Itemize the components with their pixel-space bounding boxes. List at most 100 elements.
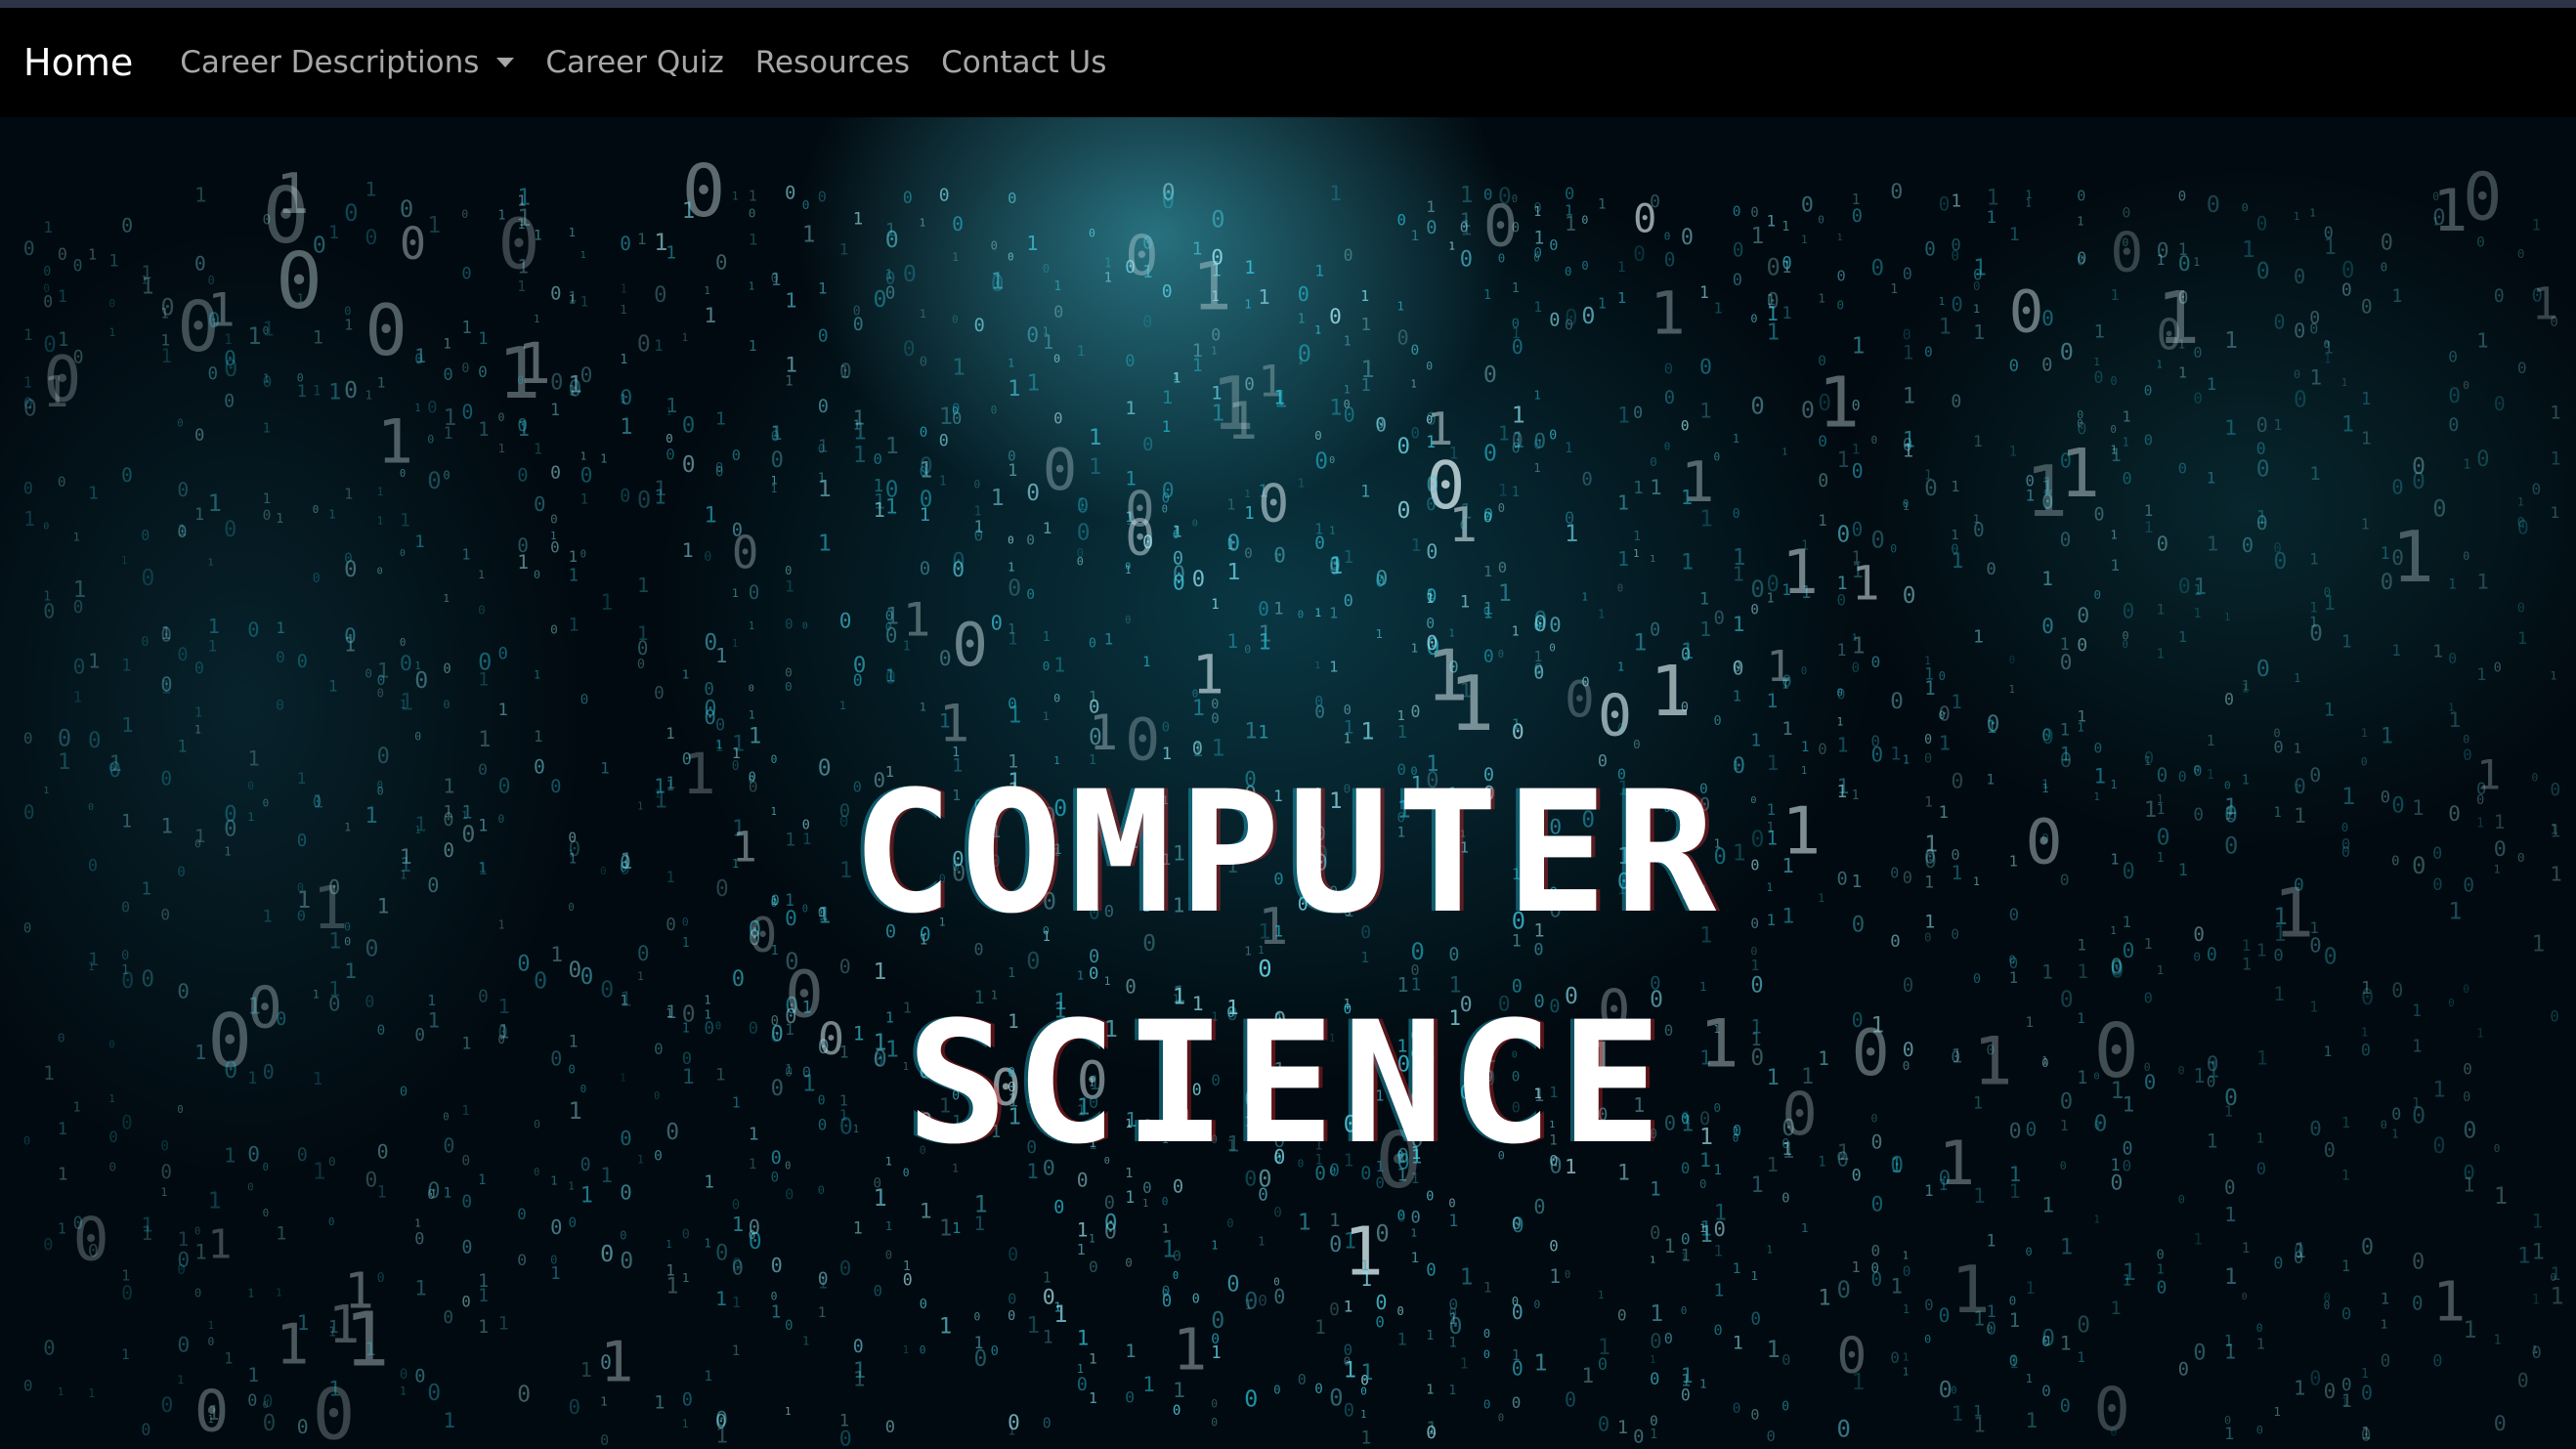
binary-digit: 0 <box>1633 242 1646 267</box>
binary-digit: 1 <box>1411 641 1419 656</box>
binary-digit: 1 <box>1852 443 1861 458</box>
binary-digit: 0 <box>400 636 407 649</box>
binary-digit: 0 <box>920 354 927 369</box>
binary-digit: 0 <box>1987 1319 1996 1339</box>
binary-digit: 0 <box>1426 410 1437 430</box>
binary-digit: 0 <box>620 233 631 255</box>
binary-digit: 1 <box>2123 1258 2136 1286</box>
binary-digit: 0 <box>2178 1359 2189 1380</box>
binary-digit: 1 <box>1714 1242 1724 1260</box>
binary-digit: 1 <box>2157 1263 2165 1278</box>
binary-digit: 0 <box>839 360 852 384</box>
binary-digit: 1 <box>534 228 542 243</box>
binary-digit: 1 <box>1142 1372 1155 1396</box>
binary-digit: 1 <box>263 421 271 437</box>
binary-digit: 1 <box>569 547 579 566</box>
binary-digit: 1 <box>1890 1274 1903 1299</box>
binary-digit: 0 <box>2294 367 2300 381</box>
binary-digit: 0 <box>1411 703 1421 721</box>
binary-digit: 0 <box>1533 252 1539 264</box>
binary-digit: 0 <box>2273 1254 2283 1273</box>
binary-digit: 1 <box>1104 629 1113 648</box>
binary-digit: 0 <box>1852 661 1860 676</box>
binary-digit: 0 <box>2476 447 2489 472</box>
binary-digit: 1 <box>1565 441 1572 456</box>
binary-digit: 0 <box>1924 1296 1934 1314</box>
nav-career-descriptions-dropdown[interactable]: Career Descriptions <box>180 45 515 80</box>
binary-digit: 0 <box>400 548 406 559</box>
binary-digit: 1 <box>478 568 485 581</box>
binary-digit: 0 <box>1664 1330 1673 1347</box>
binary-digit: 1 <box>785 288 797 312</box>
binary-digit: 1 <box>2224 612 2230 623</box>
binary-digit: 1 <box>1924 665 1934 684</box>
binary-digit: 0 <box>715 250 727 274</box>
binary-digit: 0 <box>461 401 473 424</box>
binary-digit: 1 <box>328 379 341 405</box>
binary-digit: 1 <box>276 618 285 637</box>
binary-digit: 1 <box>1733 432 1739 446</box>
binary-digit: 1 <box>1818 512 1826 530</box>
binary-digit: 0 <box>2041 1382 2051 1400</box>
binary-digit: 0 <box>2144 383 2153 399</box>
binary-digit: 1 <box>1852 559 1864 582</box>
binary-digit: 0 <box>1852 519 1864 541</box>
binary-digit: 0 <box>498 645 508 664</box>
binary-digit: 0 <box>2256 456 2270 482</box>
binary-digit: 1 <box>1650 476 1662 499</box>
binary-digit: 1 <box>749 707 755 721</box>
binary-digit: 0 <box>2448 651 2457 667</box>
binary-digit: 0 <box>1767 1428 1776 1445</box>
binary-digit: 1 <box>991 484 1005 511</box>
binary-digit: 0 <box>1298 609 1304 620</box>
binary-digit: 1 <box>1699 1378 1707 1392</box>
nav-home-link[interactable]: Home <box>23 41 133 84</box>
binary-digit: 1 <box>1650 1355 1655 1366</box>
binary-digit: 0 <box>1750 1309 1761 1329</box>
binary-digit: 0 <box>1681 419 1690 435</box>
binary-digit: 1 <box>1951 549 1963 574</box>
binary-digit: 1 <box>732 1294 741 1311</box>
binary-digit: 0 <box>1714 713 1722 729</box>
nav-contact-us-link[interactable]: Contact Us <box>941 45 1106 80</box>
binary-digit: 1 <box>2309 463 2320 485</box>
binary-digit: 1 <box>2242 681 2249 696</box>
binary-digit: 0 <box>443 365 452 385</box>
nav-resources-link[interactable]: Resources <box>755 45 910 80</box>
binary-digit: 0 <box>534 492 546 516</box>
nav-career-quiz-link[interactable]: Career Quiz <box>545 45 723 80</box>
binary-digit: 1 <box>2294 211 2299 223</box>
binary-digit: 1 <box>952 356 966 381</box>
binary-digit: 0 <box>1767 289 1780 314</box>
binary-digit: 0 <box>991 1343 999 1359</box>
binary-digit: 0 <box>1750 205 1758 221</box>
binary-digit: 1 <box>1314 322 1321 336</box>
binary-digit: 0 <box>885 1418 895 1437</box>
binary-digit: 0 <box>23 480 33 498</box>
binary-digit: 1 <box>1533 205 1541 220</box>
binary-digit: 1 <box>1681 486 1693 509</box>
binary-digit: 0 <box>276 648 285 666</box>
binary-digit: 1 <box>1533 300 1542 316</box>
binary-digit: 0 <box>903 337 916 362</box>
binary-digit: 1 <box>108 325 115 339</box>
binary-digit: 1 <box>749 619 755 632</box>
binary-digit: 1 <box>313 382 322 399</box>
binary-digit: 0 <box>2157 533 2168 556</box>
binary-digit: 1 <box>2207 469 2216 488</box>
binary-digit: 1 <box>818 1273 828 1293</box>
binary-digit: 1 <box>2448 703 2454 714</box>
binary-digit: 0 <box>2381 232 2393 256</box>
binary-digit: 0 <box>2077 1312 2090 1338</box>
binary-digit: 1 <box>885 220 896 241</box>
binary-digit: 1 <box>1782 580 1791 599</box>
binary-digit: 1 <box>853 1218 863 1237</box>
binary-digit: 1 <box>1360 1428 1371 1449</box>
binary-digit: 1 <box>818 1305 827 1321</box>
binary-digit: 1 <box>2041 568 2053 590</box>
binary-digit: 0 <box>478 602 486 617</box>
binary-digit: 0 <box>2094 587 2102 602</box>
binary-digit: 0 <box>1733 1401 1741 1417</box>
binary-digit: 1 <box>1244 504 1254 524</box>
binary-digit: 0 <box>2123 469 2132 489</box>
